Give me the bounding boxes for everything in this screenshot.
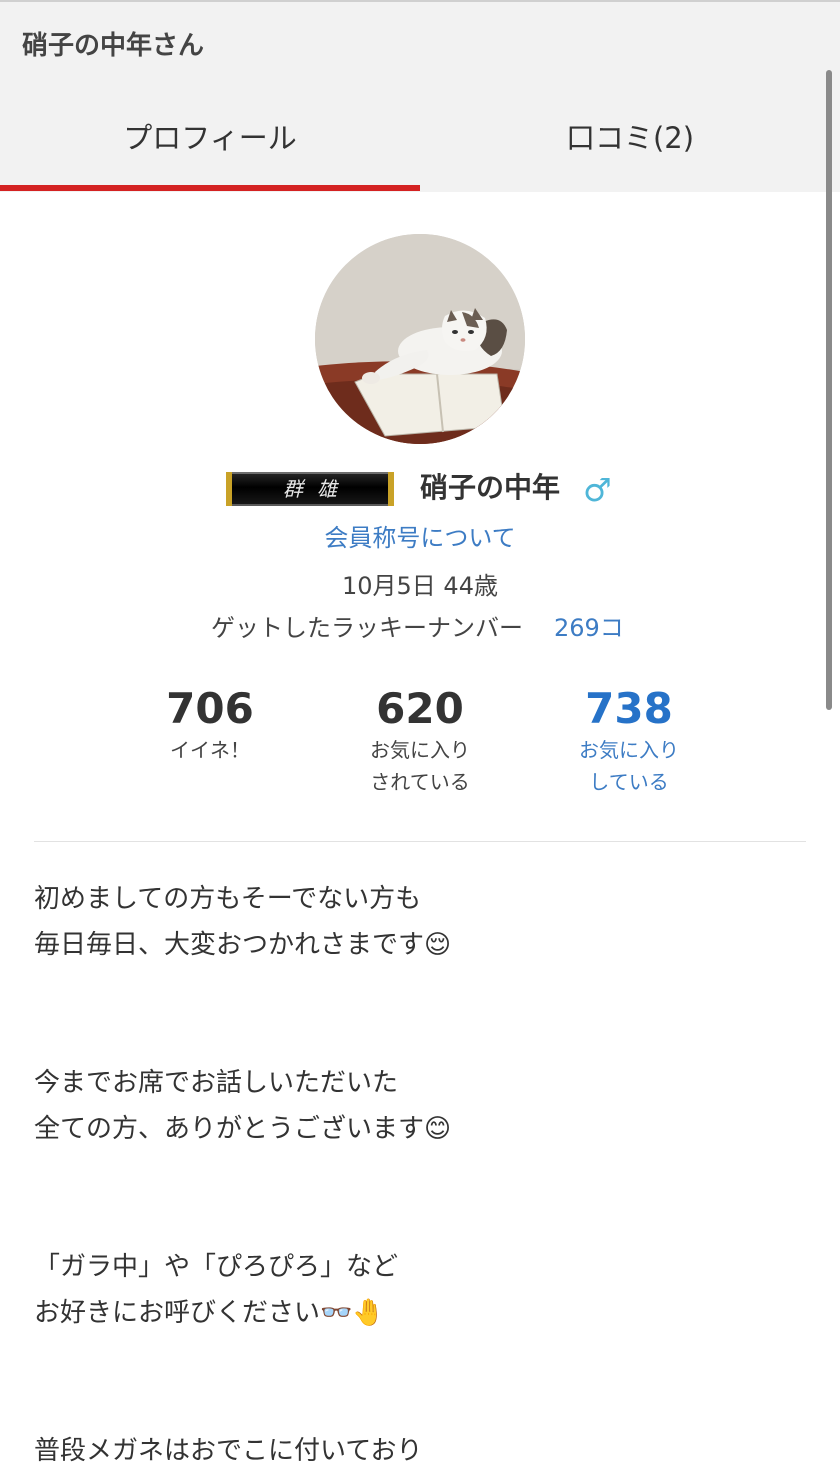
stat-favorited-by: 620 お気に入り されている (320, 684, 520, 798)
stat-favorited-by-value: 620 (376, 684, 464, 733)
user-name: 硝子の中年 (420, 471, 561, 504)
cat-photo-avatar (315, 234, 525, 444)
tab-profile[interactable]: プロフィール (0, 108, 420, 168)
bio-line: 今までお席でお話しいただいた (34, 1068, 399, 1098)
bio-line: 毎日毎日、大変おつかれさまです😌 (34, 930, 452, 960)
lucky-number-label: ゲットしたラッキーナンバー (211, 614, 523, 642)
bio-line: 普段メガネはおでこに付いており (34, 1436, 423, 1466)
lucky-number-row: ゲットしたラッキーナンバー 269コ (0, 610, 840, 646)
bio-line: 初めましての方もそーでない方も (34, 884, 422, 914)
birthday-age: 10月5日 44歳 (342, 572, 498, 600)
header-top-border (0, 0, 840, 2)
page-title: 硝子の中年さん (22, 31, 205, 61)
stat-likes-label: イイネ！ (170, 738, 250, 762)
bio-line: 全ての方、ありがとうございます😊 (34, 1114, 452, 1144)
member-title-badge-text: 群雄 (283, 477, 351, 501)
stat-likes-value: 706 (166, 684, 254, 733)
avatar (315, 234, 525, 444)
stat-favorites-label[interactable]: お気に入り している (529, 734, 729, 798)
member-title-badge: 群雄 (226, 472, 394, 506)
bio-paragraph-gap (34, 1336, 814, 1428)
tab-reviews[interactable]: 口コミ(2) (420, 108, 840, 168)
member-title-link[interactable]: 会員称号について (0, 520, 840, 556)
divider (34, 841, 806, 842)
bio-paragraph-gap (34, 1152, 814, 1244)
stat-favorites-link[interactable]: 738 お気に入り している (529, 684, 729, 798)
bio-line: 「ガラ中」や「ぴろぴろ」など (34, 1252, 399, 1282)
stat-likes: 706 イイネ！ (110, 684, 310, 766)
lucky-number-count[interactable]: 269コ (554, 610, 624, 646)
bio-paragraph-gap (34, 968, 814, 1060)
stat-favorited-by-label: お気に入り されている (370, 738, 470, 794)
active-tab-indicator (0, 185, 420, 191)
stat-favorites-value[interactable]: 738 (529, 684, 729, 734)
bio-text: 初めましての方もそーでない方も 毎日毎日、大変おつかれさまです😌 今までお席でお… (34, 876, 814, 1474)
bio-line: お好きにお呼びください👓🤚 (34, 1298, 385, 1328)
name-row: 群雄 硝子の中年 ♂ (0, 462, 840, 514)
male-icon: ♂ (583, 471, 612, 509)
app-header: 硝子の中年さん プロフィール 口コミ(2) (0, 0, 840, 192)
